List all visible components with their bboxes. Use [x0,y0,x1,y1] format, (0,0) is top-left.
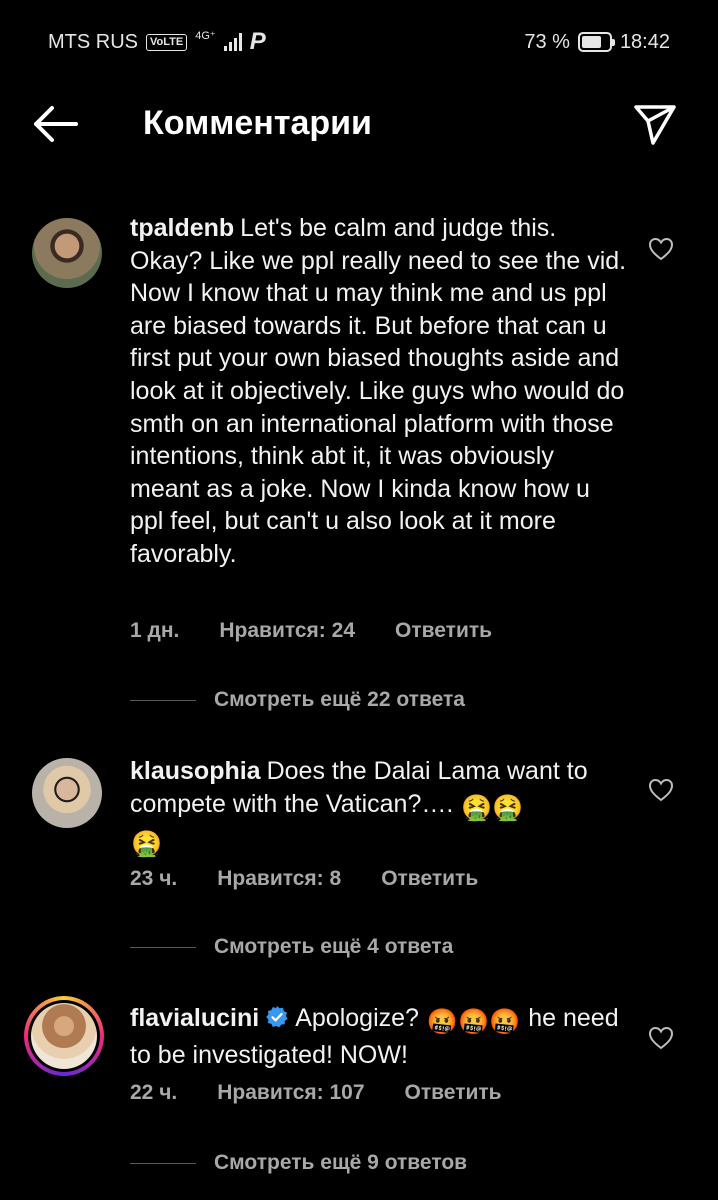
comment-time: 1 дн. [130,619,180,642]
view-more-replies-label: Смотреть ещё 22 ответа [214,688,465,711]
clock: 18:42 [619,30,670,53]
battery-icon [577,32,615,52]
comment-body: klausophia Does the Dalai Lama want to co… [130,755,630,861]
heart-icon[interactable] [648,236,674,262]
cursing-face-emoji: 🤬🤬🤬 [426,1008,521,1036]
status-left: MTS RUS VoLTE 4G⁺ P [48,28,266,56]
view-more-replies-label: Смотреть ещё 4 ответа [214,935,454,958]
nauseated-emoji: 🤮🤮 [461,793,524,822]
reply-button[interactable]: Ответить [395,619,492,643]
status-bar: MTS RUS VoLTE 4G⁺ P 73 % 18:42 [0,0,718,84]
verified-badge-icon [266,1006,288,1028]
status-right: 73 % 18:42 [524,31,670,54]
comment-time: 23 ч. [130,867,178,890]
back-button[interactable] [30,102,82,146]
comment-meta: 1 дн. Нравится: 24 Ответить [130,619,492,643]
page-title: Комментарии [143,104,372,142]
view-more-replies[interactable]: Смотреть ещё 9 ответов [130,1151,467,1175]
heart-icon[interactable] [648,777,674,803]
arrow-left-icon [34,106,78,142]
share-button[interactable] [632,101,678,147]
comment-username[interactable]: flavialucini [130,1004,259,1032]
app-header: Комментарии [0,84,718,164]
avatar [31,1003,97,1069]
comment-text: Let's be calm and judge this. Okay? Like… [130,214,627,568]
parking-app-icon: P [249,28,266,55]
story-ring[interactable] [24,996,104,1076]
comment-body: tpaldenb Let's be calm and judge this. Ok… [130,212,630,571]
view-more-replies[interactable]: Смотреть ещё 4 ответа [130,935,453,959]
view-more-replies[interactable]: Смотреть ещё 22 ответа [130,688,465,712]
comment-meta: 22 ч. Нравится: 107 Ответить [130,1081,502,1105]
divider [130,946,196,948]
volte-icon: VoLTE [146,33,188,51]
battery-percent: 73 % [524,30,570,53]
view-more-replies-label: Смотреть ещё 9 ответов [214,1151,468,1174]
paper-plane-icon [634,105,676,145]
heart-icon[interactable] [648,1025,674,1051]
avatar[interactable] [32,218,102,288]
carrier-label: MTS RUS [48,30,138,53]
avatar[interactable] [32,758,102,828]
divider [130,1162,196,1164]
comment-time: 22 ч. [130,1081,178,1104]
comment-likes[interactable]: Нравится: 24 [219,619,355,643]
comment-body: flavialucini Apologize? 🤬🤬🤬 he need to b… [130,1002,630,1071]
comment-likes[interactable]: Нравится: 8 [217,867,341,891]
comment-meta: 23 ч. Нравится: 8 Ответить [130,867,478,891]
signal-strength-icon [223,33,242,51]
reply-button[interactable]: Ответить [381,867,478,891]
divider [130,699,196,701]
network-type-icon: 4G⁺ [195,29,216,42]
reply-button[interactable]: Ответить [405,1081,502,1105]
comment-text: Apologize? [295,1004,419,1032]
nauseated-emoji: 🤮 [131,830,163,859]
comment-username[interactable]: tpaldenb [130,214,234,242]
comment-username[interactable]: klausophia [130,757,261,785]
comment-likes[interactable]: Нравится: 107 [217,1081,364,1105]
